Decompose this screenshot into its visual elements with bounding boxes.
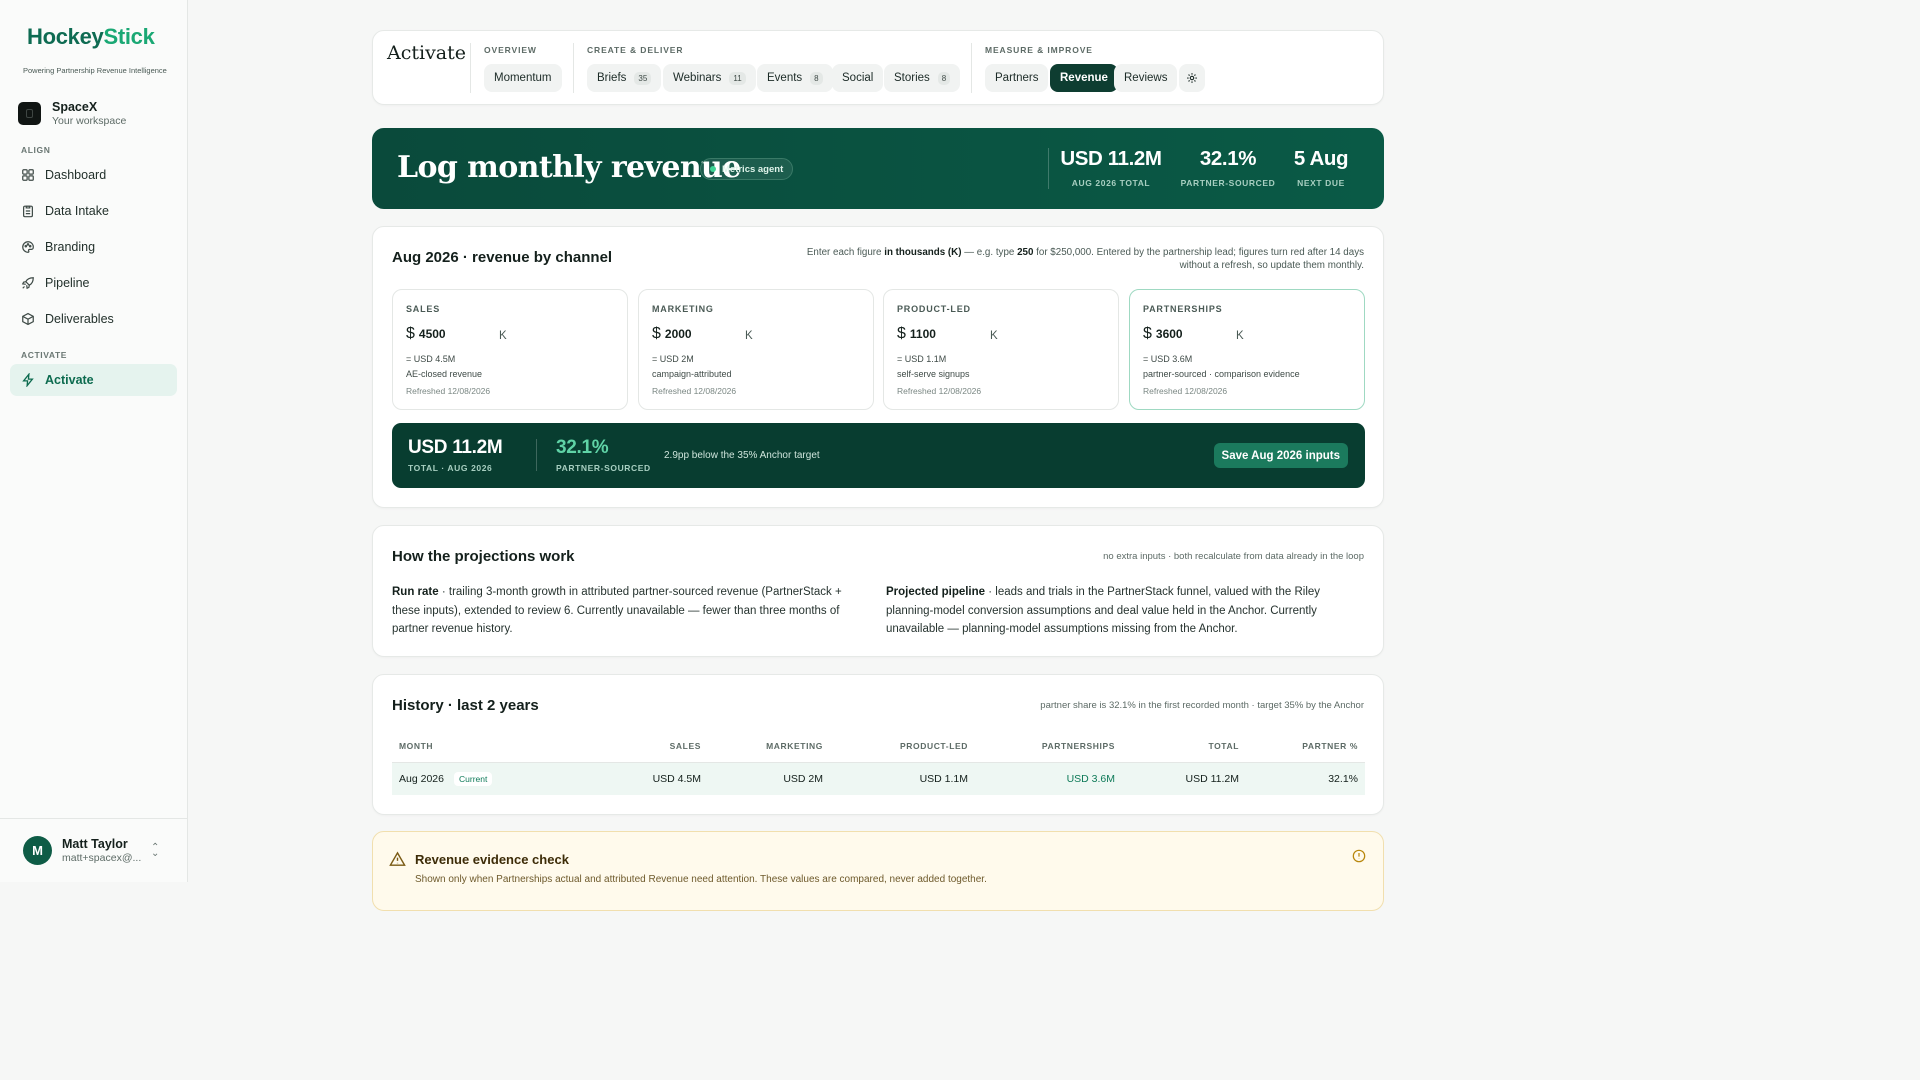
run-rate-explainer: Run rate · trailing 3-month growth in at… bbox=[392, 586, 842, 635]
user-email: matt+spacex@... bbox=[62, 852, 142, 864]
group-label-measure: MEASURE & IMPROVE bbox=[985, 45, 1093, 55]
sidebar-item-label: Branding bbox=[45, 240, 96, 254]
projections-card: How the projections work no extra inputs… bbox=[372, 525, 1384, 657]
sidebar-item-label: Dashboard bbox=[45, 168, 107, 182]
sidebar-item-label: Data Intake bbox=[45, 204, 109, 218]
sidebar: HockeyStick Powering Partnership Revenue… bbox=[0, 0, 188, 882]
tab-stories[interactable]: Stories 8 bbox=[884, 64, 961, 92]
section-title: History · last 2 years bbox=[392, 697, 539, 714]
chevron-up-down-icon[interactable]: ⌃ ⌄ bbox=[151, 843, 159, 859]
history-note: partner share is 32.1% in the first reco… bbox=[1040, 700, 1364, 711]
partner-share-label: PARTNER-SOURCED bbox=[556, 463, 651, 473]
user-name: Matt Taylor bbox=[62, 837, 128, 851]
sidebar-item-label: Deliverables bbox=[45, 312, 114, 326]
status-dot-icon bbox=[710, 166, 716, 172]
total-value: USD 11.2M bbox=[408, 437, 503, 458]
workspace-name: SpaceX bbox=[52, 100, 98, 114]
tab-momentum[interactable]: Momentum bbox=[484, 64, 562, 92]
sidebar-item-activate[interactable]: Activate bbox=[10, 364, 177, 396]
palette-icon bbox=[22, 241, 34, 253]
sidebar-item-data-intake[interactable]: Data Intake bbox=[10, 195, 177, 227]
count-badge: 35 bbox=[634, 71, 652, 85]
banner-metric-total: USD 11.2M AUG 2026 TOTAL bbox=[1060, 147, 1162, 188]
activate-nav-card: Activate OVERVIEW Momentum CREATE & DELI… bbox=[372, 30, 1384, 105]
evidence-check-alert: Revenue evidence check Shown only when P… bbox=[372, 831, 1384, 911]
table-header: MONTH SALES MARKETING PRODUCT-LED PARTNE… bbox=[399, 741, 1358, 751]
tab-briefs[interactable]: Briefs 35 bbox=[587, 64, 662, 92]
tab-partners[interactable]: Partners bbox=[985, 64, 1049, 92]
section-title: How the projections work bbox=[392, 548, 575, 565]
tab-webinars[interactable]: Webinars 11 bbox=[663, 64, 756, 92]
metrics-agent-badge[interactable]: Metrics agent bbox=[700, 158, 794, 180]
target-note: 2.9pp below the 35% Anchor target bbox=[664, 450, 820, 461]
save-inputs-button[interactable]: Save Aug 2026 inputs bbox=[1213, 443, 1348, 468]
tagline: Powering Partnership Revenue Intelligenc… bbox=[23, 66, 167, 75]
gear-icon bbox=[1187, 73, 1197, 83]
current-badge: Current bbox=[454, 772, 493, 786]
settings-button[interactable] bbox=[1179, 64, 1205, 92]
total-label: TOTAL · AUG 2026 bbox=[408, 463, 493, 473]
total-summary-bar: USD 11.2M TOTAL · AUG 2026 32.1% PARTNER… bbox=[392, 423, 1365, 488]
sidebar-item-pipeline[interactable]: Pipeline bbox=[10, 267, 177, 299]
sidebar-item-branding[interactable]: Branding bbox=[10, 231, 177, 263]
workspace-switcher[interactable]: SpaceX Your workspace bbox=[18, 100, 126, 127]
nav-section-align: ALIGN bbox=[21, 145, 51, 155]
sidebar-item-label: Activate bbox=[45, 373, 94, 387]
sidebar-item-deliverables[interactable]: Deliverables bbox=[10, 303, 177, 335]
count-badge: 11 bbox=[729, 71, 746, 85]
user-menu[interactable]: M Matt Taylor matt+spacex@... ⌃ ⌄ bbox=[0, 818, 187, 882]
partnerships-input[interactable]: $3600 bbox=[1143, 325, 1183, 343]
product-led-input[interactable]: $1100 bbox=[897, 325, 936, 343]
sidebar-item-label: Pipeline bbox=[45, 276, 90, 290]
workspace-sub: Your workspace bbox=[52, 115, 127, 127]
banner-metric-partner: 32.1% PARTNER-SOURCED bbox=[1180, 147, 1276, 188]
warning-icon bbox=[389, 851, 406, 866]
workspace-icon bbox=[18, 102, 41, 125]
hockeystick-logo[interactable]: HockeyStick bbox=[27, 24, 155, 50]
partner-share-value: 32.1% bbox=[556, 437, 609, 458]
section-title: Aug 2026 · revenue by channel bbox=[392, 249, 613, 266]
lightning-icon bbox=[22, 373, 34, 387]
avatar: M bbox=[23, 836, 52, 865]
banner-title: Log monthly revenue bbox=[397, 150, 741, 185]
count-badge: 8 bbox=[937, 71, 951, 85]
channel-card-partnerships: PARTNERSHIPS $3600 K = USD 3.6M partner-… bbox=[1129, 289, 1365, 410]
rocket-icon bbox=[21, 277, 34, 290]
sidebar-item-dashboard[interactable]: Dashboard bbox=[10, 159, 177, 191]
group-label-create: CREATE & DELIVER bbox=[587, 45, 684, 55]
group-label-overview: OVERVIEW bbox=[484, 45, 537, 55]
pipeline-explainer: Projected pipeline · leads and trials in… bbox=[886, 586, 1321, 635]
nav-section-activate: ACTIVATE bbox=[21, 350, 68, 360]
table-row[interactable]: Aug 2026 Current USD 4.5M USD 2M USD 1.1… bbox=[392, 763, 1365, 795]
revenue-banner: Log monthly revenue Metrics agent USD 11… bbox=[372, 128, 1384, 209]
projections-note: no extra inputs · both recalculate from … bbox=[1103, 551, 1364, 562]
marketing-input[interactable]: $2000 bbox=[652, 325, 692, 343]
tab-reviews[interactable]: Reviews bbox=[1114, 64, 1178, 92]
info-icon[interactable] bbox=[1352, 849, 1366, 863]
package-icon bbox=[22, 312, 34, 326]
tab-revenue[interactable]: Revenue bbox=[1050, 64, 1118, 92]
tab-social[interactable]: Social bbox=[832, 64, 884, 92]
dashboard-icon bbox=[22, 169, 34, 181]
channel-card-product-led: PRODUCT-LED $1100 K = USD 1.1M self-serv… bbox=[883, 289, 1119, 410]
entry-instructions: Enter each figure in thousands (K) — e.g… bbox=[806, 247, 1364, 271]
sales-input[interactable]: $4500 bbox=[406, 325, 446, 343]
clipboard-icon bbox=[23, 205, 33, 218]
evidence-sub: Shown only when Partnerships actual and … bbox=[415, 874, 987, 885]
channel-card-marketing: MARKETING $2000 K = USD 2M campaign-attr… bbox=[638, 289, 874, 410]
page-title: Activate bbox=[387, 42, 467, 64]
evidence-title: Revenue evidence check bbox=[415, 852, 569, 867]
tab-events[interactable]: Events 8 bbox=[757, 64, 833, 92]
history-card: History · last 2 years partner share is … bbox=[372, 674, 1384, 815]
channel-card-sales: SALES $4500 K = USD 4.5M AE-closed reven… bbox=[392, 289, 628, 410]
revenue-by-channel-card: Aug 2026 · revenue by channel Enter each… bbox=[372, 226, 1384, 508]
count-badge: 8 bbox=[810, 71, 823, 85]
banner-metric-next-due: 5 Aug NEXT DUE bbox=[1293, 147, 1349, 188]
